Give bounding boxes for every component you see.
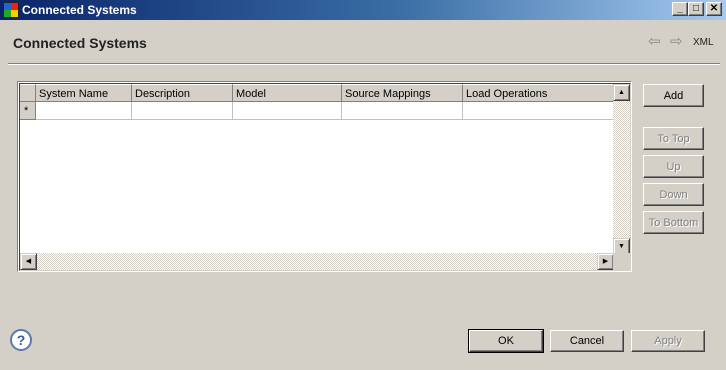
scroll-up-icon[interactable]: ▲	[613, 84, 630, 101]
cell-load-operations[interactable]	[463, 102, 614, 120]
maximize-button[interactable]: □	[688, 2, 704, 16]
window-title: Connected Systems	[22, 3, 137, 17]
column-header-model[interactable]: Model	[233, 84, 342, 102]
column-header-source-mappings[interactable]: Source Mappings	[342, 84, 463, 102]
scroll-right-icon[interactable]: ▶	[597, 253, 614, 270]
close-button[interactable]: ✕	[706, 2, 722, 16]
scrollbar-corner	[613, 253, 630, 270]
cell-model[interactable]	[233, 102, 342, 120]
horizontal-scrollbar[interactable]: ◀ ▶	[20, 253, 614, 270]
forward-arrow-icon[interactable]: ⇨	[670, 34, 683, 49]
up-button[interactable]: Up	[643, 155, 704, 178]
xml-link[interactable]: XML	[693, 37, 714, 48]
table-header: System Name Description Model Source Map…	[20, 84, 614, 102]
add-button[interactable]: Add	[643, 84, 704, 107]
table-row[interactable]: *	[20, 102, 614, 120]
title-bar: Connected Systems _ □ ✕	[0, 0, 726, 20]
apply-button[interactable]: Apply	[631, 330, 705, 352]
cancel-button[interactable]: Cancel	[550, 330, 624, 352]
header-separator	[8, 63, 720, 65]
cell-system-name[interactable]	[36, 102, 132, 120]
down-button[interactable]: Down	[643, 183, 704, 206]
new-row-marker: *	[20, 102, 36, 120]
column-header-load-operations[interactable]: Load Operations	[463, 84, 614, 102]
cell-description[interactable]	[132, 102, 233, 120]
to-bottom-button[interactable]: To Bottom	[643, 211, 704, 234]
cell-source-mappings[interactable]	[342, 102, 463, 120]
back-arrow-icon[interactable]: ⇦	[648, 34, 661, 49]
minimize-button[interactable]: _	[672, 2, 688, 16]
vertical-scrollbar[interactable]: ▲ ▼	[613, 84, 630, 255]
row-header-corner	[20, 84, 36, 102]
column-header-system-name[interactable]: System Name	[36, 84, 132, 102]
column-header-description[interactable]: Description	[132, 84, 233, 102]
page-title: Connected Systems	[13, 35, 147, 51]
systems-table[interactable]: System Name Description Model Source Map…	[17, 81, 632, 272]
ok-button[interactable]: OK	[468, 329, 544, 353]
to-top-button[interactable]: To Top	[643, 127, 704, 150]
scroll-left-icon[interactable]: ◀	[20, 253, 37, 270]
help-icon[interactable]: ?	[10, 329, 32, 351]
app-icon	[3, 2, 19, 18]
